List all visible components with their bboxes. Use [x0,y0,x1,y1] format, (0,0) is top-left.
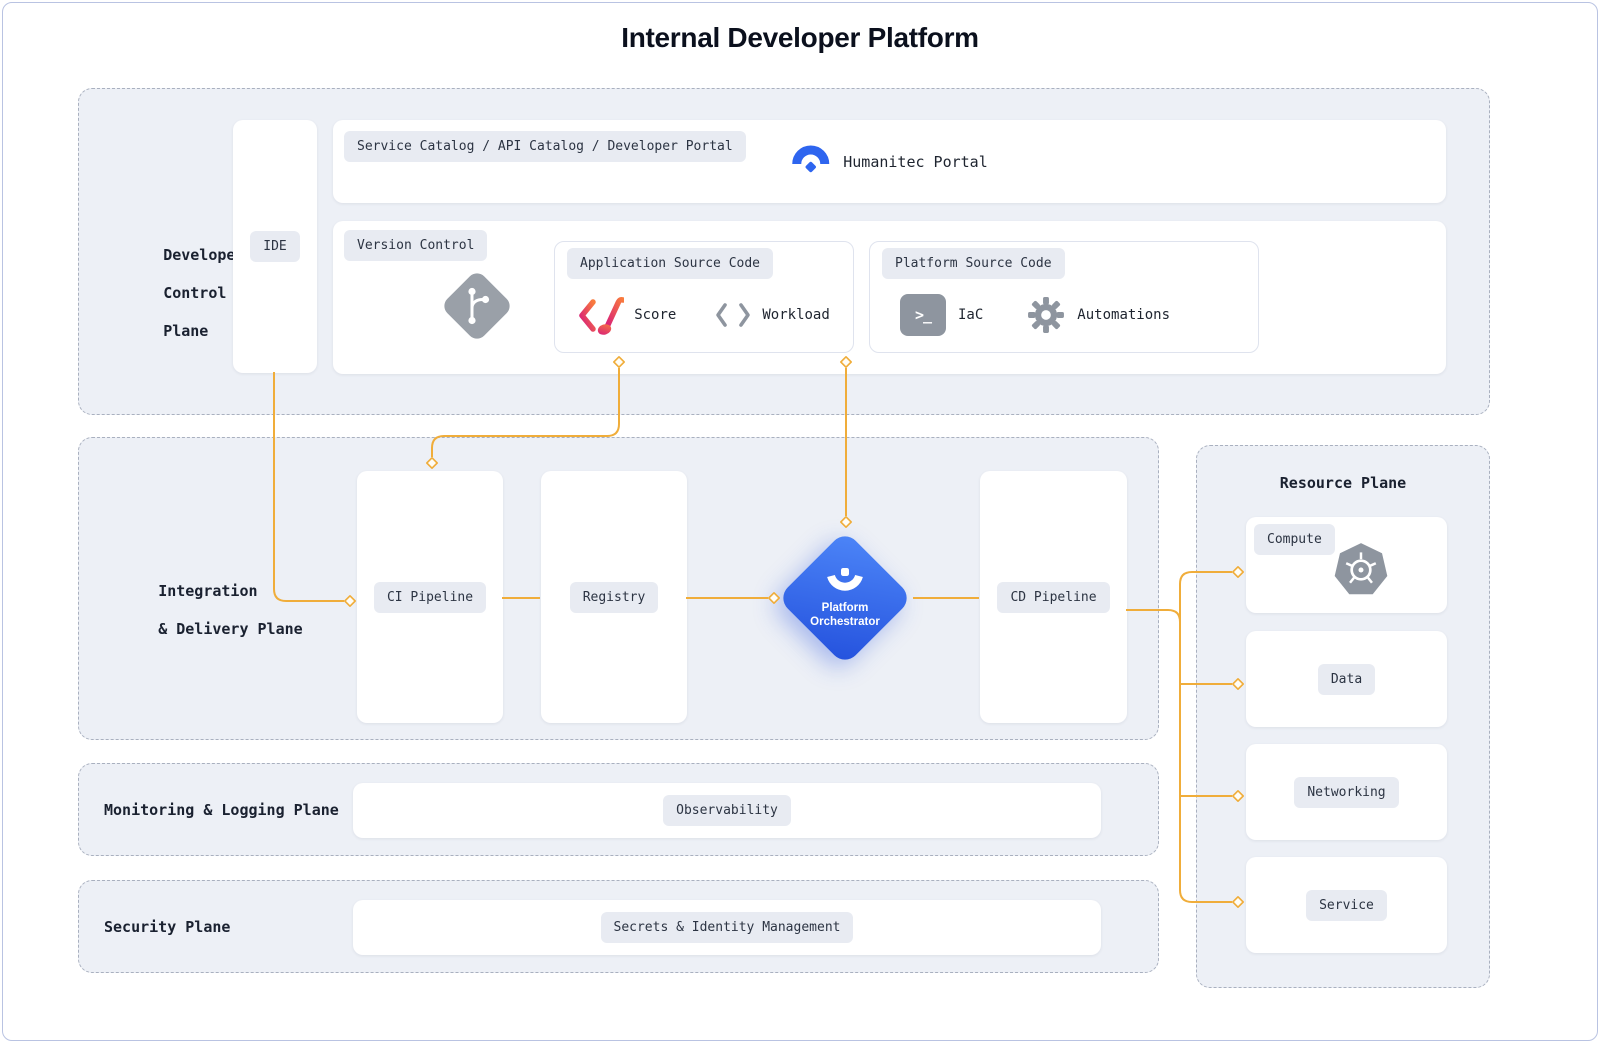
version-control-card: Version Control Application Source Code [333,221,1446,374]
ide-box: IDE [233,120,317,373]
secrets-identity-chip: Secrets & Identity Management [601,912,854,943]
security-plane-label: Security Plane [104,918,230,937]
integration-delivery-plane: Integration & Delivery Plane CI Pipeline… [78,437,1159,740]
terminal-glyph: >_ [915,306,931,324]
page-title: Internal Developer Platform [0,22,1600,54]
service-catalog-chip: Service Catalog / API Catalog / Develope… [344,131,746,162]
humanitec-portal-brand: Humanitec Portal [791,143,988,181]
ide-chip: IDE [250,231,299,262]
developer-control-plane: Developer Control Plane IDE Service Cata… [78,88,1490,415]
service-chip: Service [1306,890,1387,921]
resource-plane-title: Resource Plane [1197,474,1489,493]
developer-control-plane-label: Developer Control Plane [109,227,244,360]
platform-orchestrator-label: Platform Orchestrator [810,601,880,629]
ci-pipeline-box: CI Pipeline [357,471,503,723]
portal-card: Service Catalog / API Catalog / Develope… [333,120,1446,203]
compute-chip: Compute [1254,524,1335,555]
resource-service-box: Service [1246,857,1447,953]
platform-source-row: >_ IaC [900,290,1170,340]
observability-box: Observability [353,783,1101,838]
humanitec-orchestrator-logo-icon [824,568,866,595]
humanitec-logo-icon [791,143,829,181]
app-source-row: Score Workload [555,290,853,340]
secrets-box: Secrets & Identity Management [353,900,1101,955]
monitoring-logging-plane-label: Monitoring & Logging Plane [104,801,339,820]
resource-compute-box: Compute [1246,517,1447,613]
terminal-icon: >_ [900,294,946,336]
git-branch-glyph [451,280,503,332]
resource-networking-box: Networking [1246,744,1447,840]
automations-label: Automations [1077,307,1170,323]
idp-architecture-diagram: Internal Developer Platform Developer Co… [0,0,1600,1043]
iac-label: IaC [958,307,983,323]
gear-icon [1027,296,1065,334]
networking-chip: Networking [1294,777,1398,808]
registry-chip: Registry [570,582,659,613]
code-brackets-icon [714,302,752,328]
platform-orchestrator: Platform Orchestrator [777,530,913,666]
cd-pipeline-chip: CD Pipeline [997,582,1109,613]
workload-label: Workload [762,307,829,323]
platform-orchestrator-content: Platform Orchestrator [797,550,893,646]
security-plane: Security Plane Secrets & Identity Manage… [78,880,1159,973]
cd-pipeline-box: CD Pipeline [980,471,1127,723]
monitoring-logging-plane: Monitoring & Logging Plane Observability [78,763,1159,856]
resource-data-box: Data [1246,631,1447,727]
humanitec-portal-label: Humanitec Portal [843,153,988,171]
score-icon [578,293,624,337]
observability-chip: Observability [663,795,791,826]
platform-source-code-card: Platform Source Code >_ IaC [869,241,1259,353]
version-control-chip: Version Control [344,230,487,261]
registry-box: Registry [541,471,687,723]
application-source-code-chip: Application Source Code [567,248,773,279]
data-chip: Data [1318,664,1375,695]
application-source-code-card: Application Source Code Score [554,241,854,353]
git-icon [440,269,514,343]
ci-pipeline-chip: CI Pipeline [374,582,486,613]
platform-source-code-chip: Platform Source Code [882,248,1065,279]
kubernetes-icon [1332,541,1390,599]
integration-delivery-plane-label: Integration & Delivery Plane [104,563,303,658]
score-label: Score [634,307,676,323]
resource-plane: Resource Plane Compute Data [1196,445,1490,988]
